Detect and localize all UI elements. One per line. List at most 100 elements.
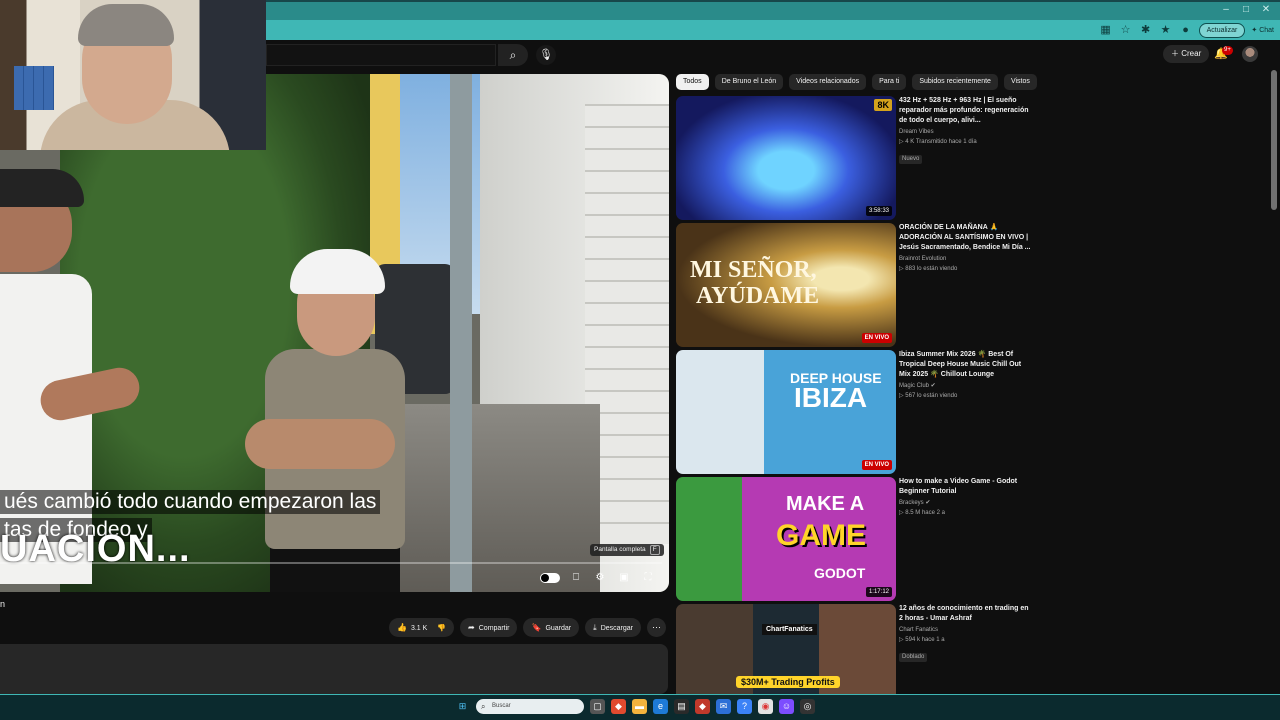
video-title[interactable]: How to make a Video Game - Godot Beginne… (899, 477, 1033, 497)
list-item[interactable]: MAKE A GAME GODOT 1:17:12 How to make a … (676, 477, 1036, 601)
notifications-badge: 9+ (1222, 46, 1233, 55)
duration-badge: 3:58:33 (865, 206, 892, 216)
chip-channel[interactable]: De Bruno el León (714, 74, 784, 90)
more-options-icon[interactable]: ⋯ (646, 618, 666, 637)
fullscreen-icon[interactable]: ⛶ (640, 571, 656, 585)
copilot-icon: ✦ (1251, 27, 1258, 34)
video-player[interactable] (0, 74, 669, 592)
chip-related[interactable]: Videos relacionados (789, 74, 867, 90)
list-item[interactable]: DEEP HOUSE IBIZA EN VIVO Ibiza Summer Mi… (676, 350, 1036, 474)
profile-icon[interactable]: ● (1179, 23, 1193, 37)
help-icon[interactable]: ? (737, 699, 752, 714)
video-info: ORACIÓN DE LA MAÑANA 🙏 ADORACIÓN AL SANT… (899, 223, 1033, 274)
list-item[interactable]: 8K 3:58:33 432 Hz + 528 Hz + 963 Hz | El… (676, 96, 1036, 220)
store-icon[interactable]: ▤ (674, 699, 689, 714)
task-view-icon[interactable]: ▢ (590, 699, 605, 714)
video-thumbnail[interactable]: ChartFanatics $30M+ Trading Profits (676, 604, 896, 694)
miniplayer-icon[interactable]: ▣ (616, 571, 632, 585)
mic-icon[interactable]: 🎙 (536, 45, 556, 65)
scrollbar[interactable] (1271, 70, 1277, 210)
maximize-icon[interactable]: □ (1240, 4, 1252, 16)
office-icon[interactable]: ◆ (611, 699, 626, 714)
favorites-icon[interactable]: ★ (1159, 23, 1173, 37)
channel-name[interactable]: Chart Fanatics (899, 625, 1033, 635)
close-icon[interactable]: ✕ (1260, 4, 1272, 16)
mail-icon[interactable]: ✉ (716, 699, 731, 714)
thumbs-down-icon[interactable]: 👎 (437, 625, 446, 632)
person-right (245, 244, 415, 592)
grid-icon[interactable]: ▦ (1099, 23, 1113, 37)
video-title[interactable]: ORACIÓN DE LA MAÑANA 🙏 ADORACIÓN AL SANT… (899, 223, 1033, 253)
duration-badge: 1:17:12 (865, 587, 892, 597)
live-badge: EN VIVO (861, 460, 892, 470)
taskbar-icons: ⊞ Buscar ▢ ◆ ▬ e ▤ ◆ ✉ ? ◉ ☺ ◎ (455, 699, 815, 714)
tooltip-shortcut: F (649, 545, 660, 555)
subtitles-icon[interactable]: ⎕ (568, 571, 584, 585)
chip-for-you[interactable]: Para ti (872, 74, 907, 90)
search-input[interactable] (266, 44, 496, 66)
dubbed-badge: Doblado (899, 653, 928, 662)
8k-badge: 8K (874, 99, 892, 111)
avatar[interactable] (1242, 46, 1258, 62)
taskbar-search[interactable]: Buscar (476, 699, 584, 714)
video-title[interactable]: Ibiza Summer Mix 2026 🌴 Best Of Tropical… (899, 350, 1033, 380)
channel-name[interactable]: Brackeys ✔ (899, 498, 1033, 508)
channel-name[interactable]: Magic Club ✔ (899, 381, 1033, 391)
video-title[interactable]: 432 Hz + 528 Hz + 963 Hz | El sueño repa… (899, 96, 1033, 126)
video-info: Ibiza Summer Mix 2026 🌴 Best Of Tropical… (899, 350, 1033, 401)
chip-todos[interactable]: Todos (676, 74, 709, 90)
browser-tab-strip (266, 2, 1280, 20)
like-button[interactable]: 👍 3.1 K 👎 (389, 618, 455, 637)
description-box[interactable] (0, 644, 668, 694)
thumb-text-line2: $30M+ Trading Profits (736, 676, 840, 688)
create-label: Crear (1181, 49, 1202, 58)
share-button[interactable]: ➦ Compartir (460, 618, 518, 637)
app-icon-dark[interactable]: ◎ (800, 699, 815, 714)
channel-name[interactable]: Dream Vibes (899, 127, 1033, 137)
chrome-icon[interactable]: ◉ (758, 699, 773, 714)
star-icon[interactable]: ☆ (1119, 23, 1133, 37)
thumb-text-line1: MI SEÑOR, (690, 257, 817, 283)
settings-gear-icon[interactable]: ⚙ (592, 571, 608, 585)
thumb-text-line3: GODOT (814, 565, 866, 581)
update-button[interactable]: Actualizar (1198, 22, 1246, 38)
search-icon[interactable]: ⌕ (498, 44, 528, 66)
video-thumbnail[interactable]: MI SEÑOR, AYÚDAME EN VIVO (676, 223, 896, 347)
bookmark-icon: 🔖 (531, 623, 542, 632)
download-button[interactable]: ⤓ Descargar (585, 618, 641, 637)
create-button[interactable]: ＋ Crear (1163, 45, 1210, 63)
webcam-overlay (0, 0, 266, 150)
download-icon: ⤓ (593, 623, 597, 632)
extension-icon[interactable]: ✱ (1139, 23, 1153, 37)
burned-in-caption: UACION... (0, 528, 191, 570)
share-label: Compartir (478, 625, 510, 632)
list-item[interactable]: MI SEÑOR, AYÚDAME EN VIVO ORACIÓN DE LA … (676, 223, 1036, 347)
video-title[interactable]: 12 años de conocimiento en trading en 2 … (899, 604, 1033, 624)
thumb-text-line2: IBIZA (794, 382, 868, 413)
channel-name[interactable]: Brainrot Evolution (899, 254, 1033, 264)
chip-recent[interactable]: Subidos recientemente (912, 74, 998, 90)
video-meta: ▷ 8.5 M hace 2 a (899, 510, 945, 516)
windows-start-icon[interactable]: ⊞ (455, 699, 470, 714)
video-thumbnail[interactable]: DEEP HOUSE IBIZA EN VIVO (676, 350, 896, 474)
live-badge: EN VIVO (861, 333, 892, 343)
video-thumbnail[interactable]: MAKE A GAME GODOT 1:17:12 (676, 477, 896, 601)
video-thumbnail[interactable]: 8K 3:58:33 (676, 96, 896, 220)
edge-icon[interactable]: e (653, 699, 668, 714)
list-item[interactable]: ChartFanatics $30M+ Trading Profits 12 a… (676, 604, 1036, 694)
video-meta: ▷ 567 lo están viendo (899, 393, 958, 399)
chat-button[interactable]: ✦ Chat (1251, 26, 1274, 35)
discord-icon[interactable]: ☺ (779, 699, 794, 714)
minimize-icon[interactable]: – (1220, 4, 1232, 16)
file-explorer-icon[interactable]: ▬ (632, 699, 647, 714)
thumb-text-line2: GAME (776, 519, 866, 552)
share-icon: ➦ (468, 623, 475, 632)
progress-bar[interactable] (0, 562, 662, 564)
save-label: Guardar (545, 625, 572, 632)
new-badge: Nuevo (899, 155, 923, 164)
filter-chips: Todos De Bruno el León Videos relacionad… (676, 74, 1037, 90)
save-button[interactable]: 🔖 Guardar (523, 618, 580, 637)
chip-watched[interactable]: Vistos (1003, 74, 1037, 90)
app-icon-red[interactable]: ◆ (695, 699, 710, 714)
autoplay-toggle[interactable] (540, 573, 560, 583)
